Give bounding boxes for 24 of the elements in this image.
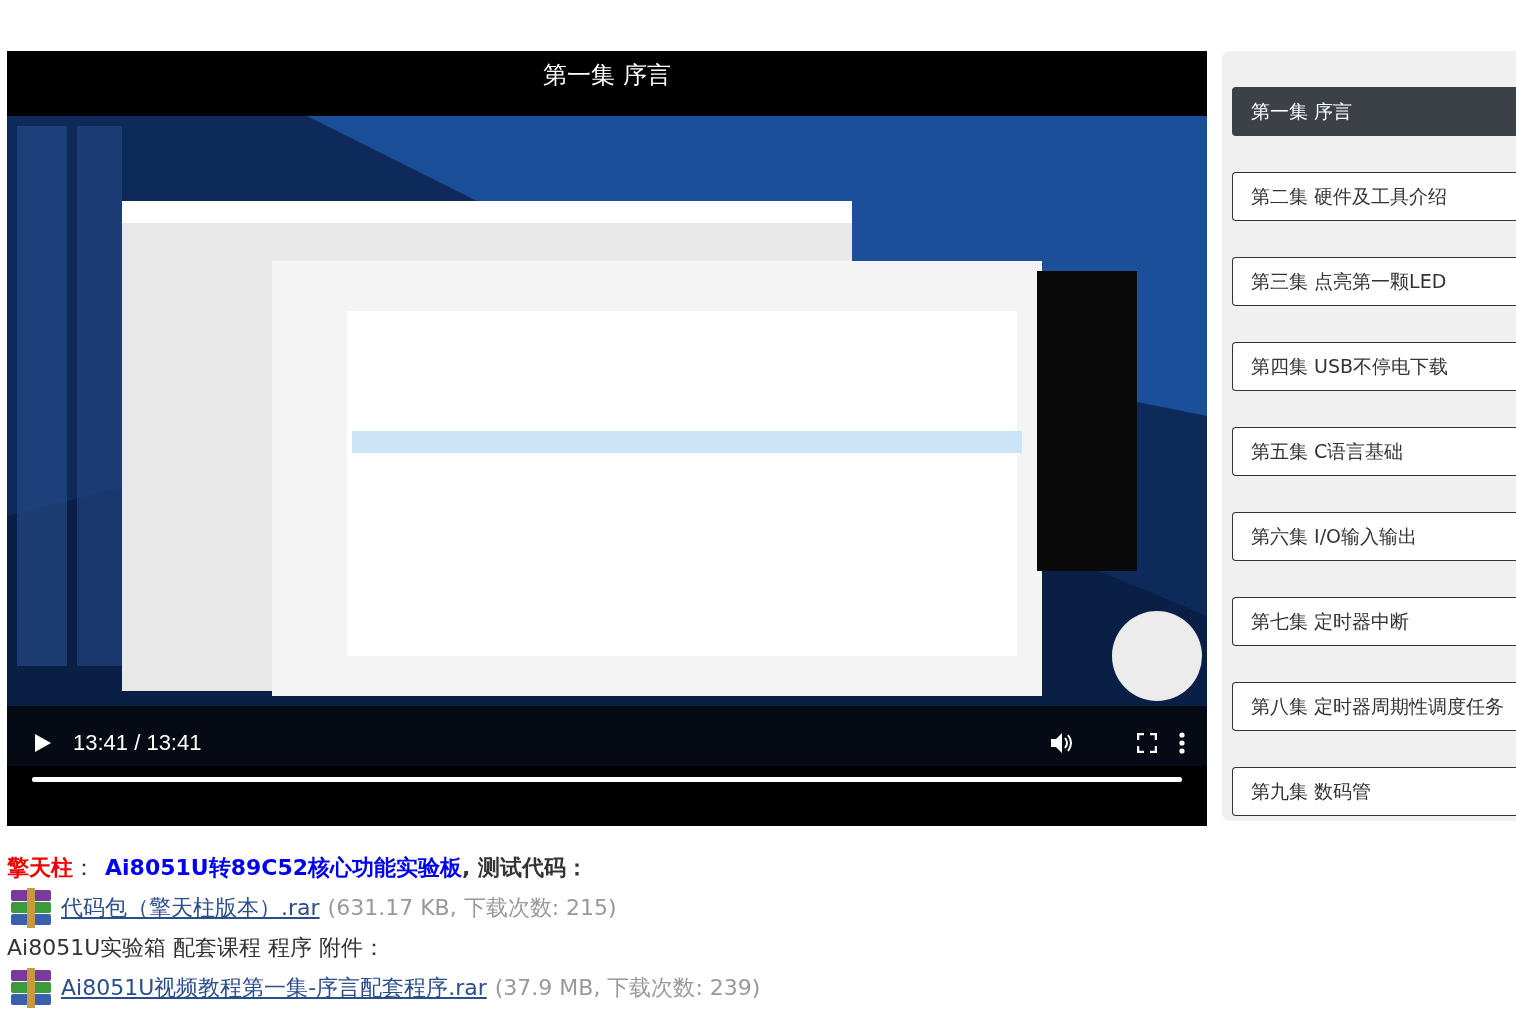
episode-item[interactable]: 第七集 定时器中断: [1232, 597, 1516, 646]
title-link[interactable]: Ai8051U转89C52核心功能实验板: [105, 853, 463, 883]
video-time: 13:41 / 13:41: [73, 730, 202, 756]
separator-text: ：: [73, 854, 95, 882]
volume-button[interactable]: [1051, 732, 1075, 754]
episode-item[interactable]: 第六集 I/O输入输出: [1232, 512, 1516, 561]
more-button[interactable]: [1179, 732, 1185, 754]
episode-item[interactable]: 第九集 数码管: [1232, 767, 1516, 816]
episode-item[interactable]: 第二集 硬件及工具介绍: [1232, 172, 1516, 221]
heading-text: , 测试代码：: [462, 854, 589, 882]
episode-item[interactable]: 第四集 USB不停电下载: [1232, 342, 1516, 391]
episode-item[interactable]: 第三集 点亮第一颗LED: [1232, 257, 1516, 306]
episode-item[interactable]: 第一集 序言: [1232, 87, 1516, 136]
file-link[interactable]: Ai8051U视频教程第一集-序言配套程序.rar: [61, 973, 487, 1003]
file-info: (631.17 KB, 下载次数: 215): [327, 894, 617, 922]
fullscreen-button[interactable]: [1137, 733, 1157, 753]
episode-item[interactable]: 第八集 定时器周期性调度任务: [1232, 682, 1516, 731]
file-link[interactable]: 代码包（擎天柱版本）.rar: [61, 893, 320, 923]
author-name: 擎天柱: [7, 854, 73, 882]
play-button[interactable]: [35, 734, 51, 752]
file-info: (37.9 MB, 下载次数: 239): [494, 974, 761, 1002]
episode-item[interactable]: 第五集 C语言基础: [1232, 427, 1516, 476]
section-text: Ai8051U实验箱 配套课程 程序 附件：: [7, 934, 386, 962]
video-title: 第一集 序言: [543, 60, 671, 91]
